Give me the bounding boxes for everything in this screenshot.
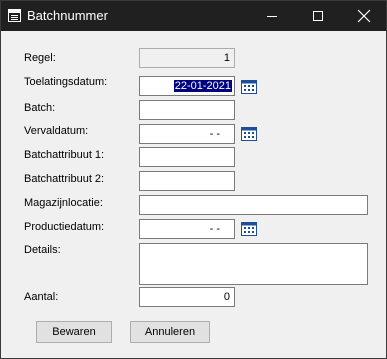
minimize-button[interactable] — [249, 1, 295, 31]
vervaldatum-label: Vervaldatum: — [24, 125, 89, 137]
toelatingsdatum-value: 22-01-2021 — [173, 80, 232, 92]
title-bar[interactable]: Batchnummer — [1, 1, 386, 31]
batch-input[interactable] — [139, 100, 235, 120]
productiedatum-label: Productiedatum: — [24, 221, 105, 233]
annuleren-button[interactable]: Annuleren — [130, 321, 210, 343]
productiedatum-field[interactable]: - - — [139, 219, 235, 239]
details-textarea[interactable] — [139, 243, 368, 285]
aantal-label: Aantal: — [24, 291, 59, 303]
batchattribuut1-label: Batchattribuut 1: — [24, 149, 105, 161]
magazijnlocatie-label: Magazijnlocatie: — [24, 197, 103, 209]
calendar-icon[interactable] — [241, 79, 257, 94]
magazijnlocatie-input[interactable] — [139, 195, 368, 215]
aantal-input[interactable]: 0 — [139, 287, 235, 307]
toelatingsdatum-label: Toelatingsdatum: — [24, 76, 108, 88]
minimize-icon — [267, 16, 277, 17]
calendar-icon[interactable] — [241, 221, 257, 236]
regel-label: Regel: — [24, 52, 56, 64]
maximize-icon — [313, 11, 323, 21]
bewaren-button[interactable]: Bewaren — [36, 321, 112, 343]
details-label: Details: — [24, 244, 61, 256]
close-button[interactable] — [341, 1, 387, 31]
regel-field: 1 — [139, 48, 235, 68]
dialog-window: Batchnummer Regel: 1 Toelatingsdatum: 22… — [0, 0, 387, 359]
close-icon — [357, 9, 371, 23]
batchattribuut2-input[interactable] — [139, 171, 235, 191]
list-window-icon — [8, 9, 21, 22]
vervaldatum-field[interactable]: - - — [139, 124, 235, 144]
maximize-button[interactable] — [295, 1, 341, 31]
batchattribuut2-label: Batchattribuut 2: — [24, 173, 105, 185]
batchattribuut1-input[interactable] — [139, 147, 235, 167]
toelatingsdatum-field[interactable]: 22-01-2021 — [139, 76, 235, 96]
batch-label: Batch: — [24, 102, 56, 114]
window-title: Batchnummer — [27, 8, 108, 23]
calendar-icon[interactable] — [241, 126, 257, 141]
